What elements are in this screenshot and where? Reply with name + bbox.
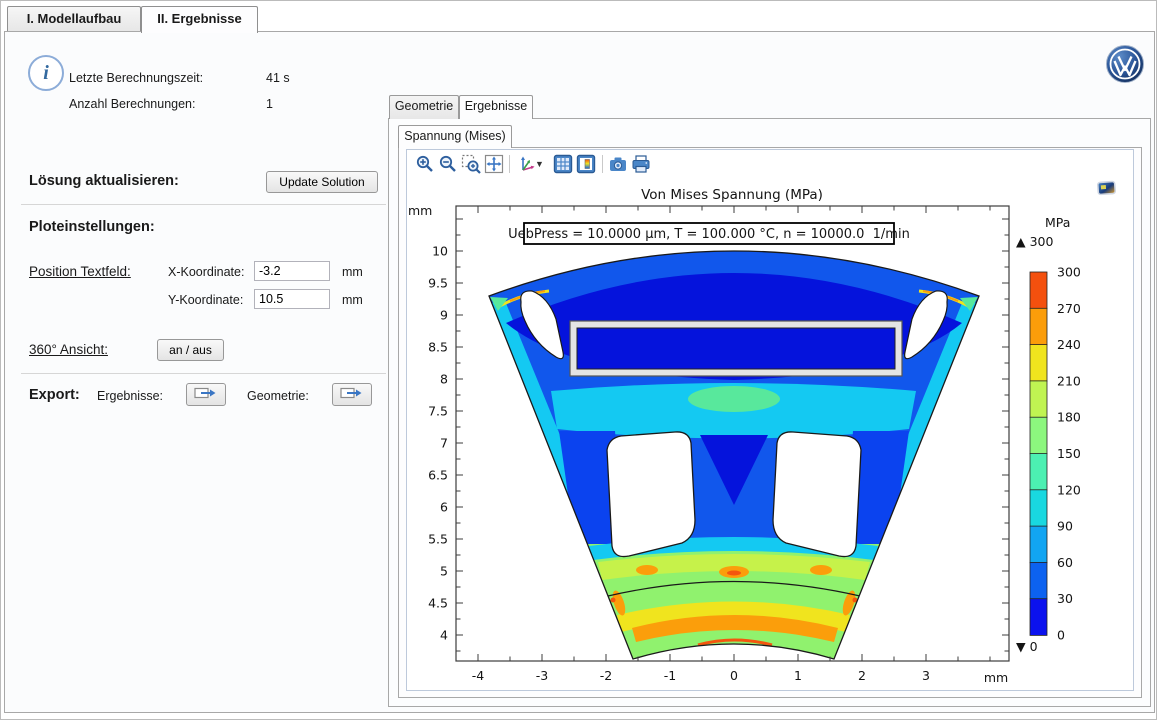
export-icon (194, 386, 218, 401)
export-results-button[interactable] (186, 383, 226, 406)
svg-text:10: 10 (432, 244, 448, 259)
svg-text:2: 2 (858, 668, 866, 683)
svg-text:3: 3 (922, 668, 930, 683)
plot-title: Von Mises Spannung (MPa) (641, 187, 823, 203)
colorbar: 3002702402101801501209060300 (1030, 265, 1081, 643)
x-coordinate-input[interactable] (254, 261, 330, 281)
x-coordinate-label: X-Koordinate: (168, 265, 244, 279)
svg-text:6.5: 6.5 (428, 468, 448, 483)
svg-text:300: 300 (1057, 265, 1081, 280)
view-orientation-dropdown-caret[interactable]: ▼ (535, 159, 544, 169)
export-geometry-button[interactable] (332, 383, 372, 406)
y-coordinate-input[interactable] (254, 289, 330, 309)
last-computation-value: 41 s (266, 71, 290, 85)
svg-text:-3: -3 (536, 668, 548, 683)
export-results-label: Ergebnisse: (97, 389, 163, 403)
subtab-geometrie[interactable]: Geometrie (389, 95, 459, 119)
export-icon (340, 386, 364, 401)
toolbar-separator (509, 155, 510, 173)
svg-text:0: 0 (1057, 628, 1065, 643)
svg-text:-1: -1 (664, 668, 676, 683)
y-unit-label: mm (342, 293, 363, 307)
svg-text:7: 7 (440, 436, 448, 451)
last-computation-label: Letzte Berechnungszeit: (69, 71, 203, 85)
zoom-in-icon[interactable] (413, 153, 436, 175)
tab-ergebnisse[interactable]: II. Ergebnisse (141, 6, 258, 33)
stress-plot-canvas[interactable]: UebPress = 10.0000 µm, T = 100.000 °C, n… (407, 177, 1134, 691)
magnet (577, 328, 895, 369)
computation-count-label: Anzahl Berechnungen: (69, 97, 195, 111)
print-icon[interactable] (630, 153, 653, 175)
svg-text:240: 240 (1057, 337, 1081, 352)
colorbar-min-marker: ▼ 0 (1016, 639, 1038, 654)
plot-settings-heading: Ploteinstellungen: (29, 219, 155, 235)
view-orientation-icon[interactable] (514, 153, 537, 175)
tab-spannung-mises[interactable]: Spannung (Mises) (398, 125, 512, 148)
svg-text:1: 1 (794, 668, 802, 683)
computation-count-value: 1 (266, 97, 273, 111)
plot-window-icon[interactable] (1095, 180, 1119, 198)
color-legend-icon[interactable] (575, 153, 598, 175)
zoom-out-icon[interactable] (436, 153, 459, 175)
info-icon: i (28, 55, 64, 91)
view-360-label: 360° Ansicht: (29, 342, 108, 357)
view-360-toggle-button[interactable]: an / aus (157, 339, 224, 361)
svg-text:120: 120 (1057, 482, 1081, 497)
colorbar-unit: MPa (1045, 215, 1070, 230)
svg-text:0: 0 (730, 668, 738, 683)
svg-text:150: 150 (1057, 446, 1081, 461)
svg-text:4: 4 (440, 628, 448, 643)
svg-text:270: 270 (1057, 301, 1081, 316)
vw-logo (1105, 44, 1145, 84)
svg-text:60: 60 (1057, 555, 1073, 570)
svg-text:-4: -4 (472, 668, 485, 683)
svg-text:180: 180 (1057, 410, 1081, 425)
divider (21, 204, 386, 205)
svg-text:30: 30 (1057, 591, 1073, 606)
svg-text:8: 8 (440, 372, 448, 387)
x-axis-unit: mm (984, 670, 1008, 685)
svg-text:8.5: 8.5 (428, 340, 448, 355)
divider (21, 373, 386, 374)
svg-text:4.5: 4.5 (428, 596, 448, 611)
svg-text:6: 6 (440, 500, 448, 515)
subtab-ergebnisse[interactable]: Ergebnisse (459, 95, 533, 119)
update-solution-button[interactable]: Update Solution (266, 171, 378, 193)
update-solution-heading: Lösung aktualisieren: (29, 173, 179, 189)
svg-text:-2: -2 (600, 668, 612, 683)
zoom-box-icon[interactable] (459, 153, 482, 175)
snapshot-icon[interactable] (607, 153, 630, 175)
y-axis-unit: mm (408, 203, 432, 218)
export-heading: Export: (29, 387, 80, 403)
svg-text:210: 210 (1057, 373, 1081, 388)
export-geometry-label: Geometrie: (247, 389, 309, 403)
annotation-text: UebPress = 10.0000 µm, T = 100.000 °C, n… (508, 227, 910, 242)
toolbar-separator (602, 155, 603, 173)
tab-modellaufbau[interactable]: I. Modellaufbau (7, 6, 141, 32)
svg-text:90: 90 (1057, 519, 1073, 534)
svg-text:9.5: 9.5 (428, 276, 448, 291)
zoom-extents-icon[interactable] (482, 153, 505, 175)
svg-text:7.5: 7.5 (428, 404, 448, 419)
y-coordinate-label: Y-Koordinate: (168, 293, 243, 307)
application-window: I. Modellaufbau II. Ergebnisse i Letzte … (0, 0, 1157, 720)
position-textfield-label: Position Textfeld: (29, 264, 131, 279)
svg-text:5.5: 5.5 (428, 532, 448, 547)
flux-barrier-hole (773, 432, 861, 557)
grid-icon[interactable] (552, 153, 575, 175)
svg-text:5: 5 (440, 564, 448, 579)
x-unit-label: mm (342, 265, 363, 279)
flux-barrier-hole (607, 432, 695, 557)
svg-text:9: 9 (440, 308, 448, 323)
colorbar-max-marker: ▲ 300 (1016, 234, 1053, 249)
